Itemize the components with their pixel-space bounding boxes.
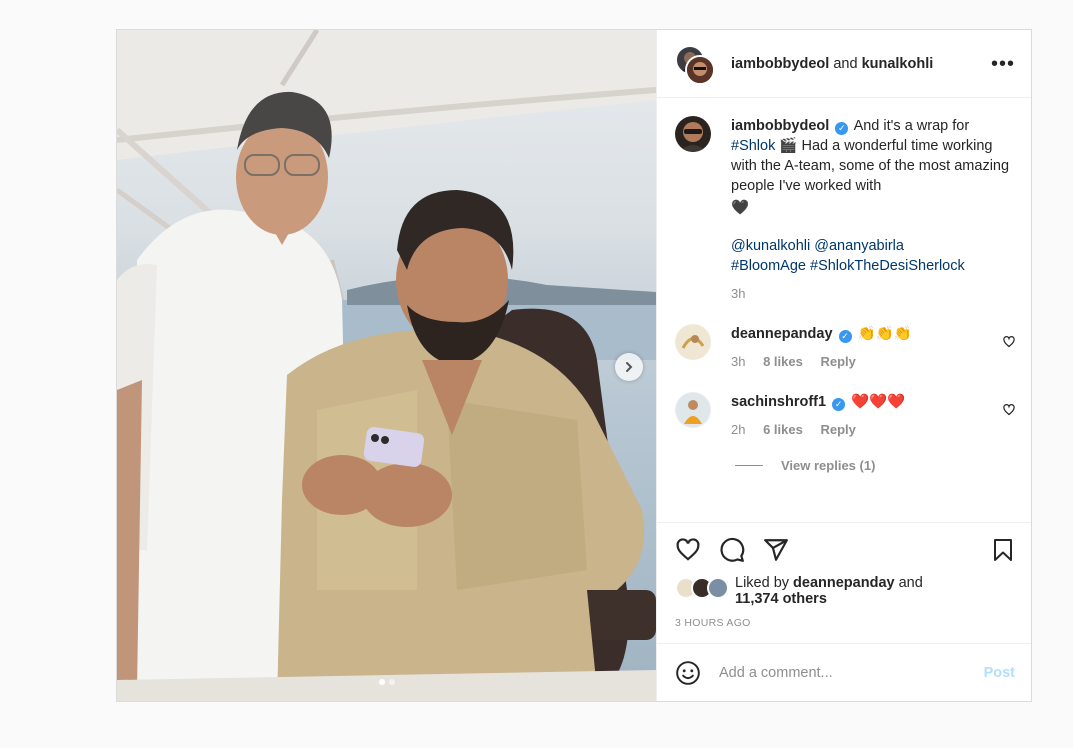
caption-text-1: And it's a wrap for (853, 118, 970, 134)
post-photo (117, 30, 656, 701)
liked-by: Liked by deannepanday and 11,374 others (675, 575, 1015, 607)
hashtag-link[interactable]: #ShlokTheDesiSherlock (810, 258, 965, 274)
comment-username[interactable]: deannepanday (731, 326, 833, 342)
reply-button[interactable]: Reply (820, 422, 855, 437)
carousel-dot-active (378, 679, 385, 685)
heart-icon[interactable] (675, 537, 701, 563)
hashtag-link[interactable]: #Shlok (731, 138, 775, 154)
avatar[interactable] (675, 116, 711, 152)
comment-likes[interactable]: 8 likes (763, 354, 803, 369)
mention-link[interactable]: @ananyabirla (814, 238, 904, 254)
comment-item: deannepanday ✓ 👏👏👏 3h 8 likes Reply (675, 324, 1015, 372)
comment-text: ❤️❤️❤️ (851, 394, 906, 410)
avatar[interactable] (675, 392, 711, 428)
view-replies-label: View replies (1) (781, 458, 876, 473)
comment-time: 3h (731, 354, 746, 369)
more-icon: ••• (990, 52, 1015, 75)
avatar[interactable] (675, 324, 711, 360)
liked-by-prefix: Liked by (735, 575, 790, 591)
verified-icon: ✓ (832, 398, 846, 411)
caption: iambobbydeol ✓ And it's a wrap for #Shlo… (675, 116, 1015, 304)
add-comment-bar: Post (657, 643, 1031, 701)
comment-input[interactable] (717, 663, 984, 682)
post-timestamp: 3 HOURS AGO (675, 617, 751, 629)
likes-count-link[interactable]: 11,374 others (735, 591, 827, 607)
chevron-right-icon (626, 362, 633, 372)
post-actions: Liked by deannepanday and 11,374 others … (657, 522, 1031, 643)
comment-likes[interactable]: 6 likes (763, 422, 803, 437)
avatar (685, 54, 715, 85)
header-conjunction: and (833, 55, 858, 72)
post-header: iambobbydeol and kunalkohli ••• (657, 30, 1031, 98)
share-icon[interactable] (763, 537, 789, 563)
more-options-button[interactable]: ••• (991, 54, 1015, 74)
carousel-next-button[interactable] (615, 353, 643, 381)
avatar (707, 577, 729, 599)
emoji-icon[interactable] (675, 660, 701, 686)
comments-section: iambobbydeol ✓ And it's a wrap for #Shlo… (657, 98, 1031, 522)
comment-username[interactable]: sachinshroff1 (731, 394, 826, 410)
like-comment-heart-icon[interactable] (1003, 336, 1015, 348)
view-replies-button[interactable]: View replies (1) (735, 458, 1015, 473)
view-replies-divider (735, 465, 763, 466)
comment-time: 2h (731, 422, 746, 437)
post-comment-button[interactable]: Post (984, 665, 1015, 681)
header-username-2[interactable]: kunalkohli (862, 56, 934, 72)
header-username-1[interactable]: iambobbydeol (731, 56, 829, 72)
post-container: iambobbydeol and kunalkohli ••• iambobby… (116, 29, 1032, 702)
verified-icon: ✓ (838, 330, 852, 343)
bookmark-icon[interactable] (991, 538, 1015, 562)
collab-avatars[interactable] (675, 44, 715, 85)
caption-username[interactable]: iambobbydeol (731, 118, 829, 134)
comment-icon[interactable] (719, 537, 745, 563)
post-media[interactable] (117, 30, 656, 701)
carousel-indicator (117, 679, 656, 685)
verified-icon: ✓ (835, 122, 849, 135)
comment-text: 👏👏👏 (857, 326, 912, 342)
caption-time: 3h (731, 286, 746, 301)
like-comment-heart-icon[interactable] (1003, 404, 1015, 416)
heart-emoji: 🖤 (731, 200, 750, 216)
liked-by-and: and (898, 575, 923, 591)
carousel-dot (388, 679, 395, 685)
reply-button[interactable]: Reply (820, 354, 855, 369)
mention-link[interactable]: @kunalkohli (731, 238, 810, 254)
post-side-panel: iambobbydeol and kunalkohli ••• iambobby… (656, 30, 1031, 701)
liked-by-username[interactable]: deannepanday (793, 575, 895, 591)
comment-item: sachinshroff1 ✓ ❤️❤️❤️ 2h 6 likes Reply (675, 392, 1015, 440)
hashtag-link[interactable]: #BloomAge (731, 258, 806, 274)
collab-usernames: iambobbydeol and kunalkohli (731, 56, 991, 72)
clapper-emoji: 🎬 (779, 138, 798, 154)
liker-avatars (675, 577, 729, 599)
